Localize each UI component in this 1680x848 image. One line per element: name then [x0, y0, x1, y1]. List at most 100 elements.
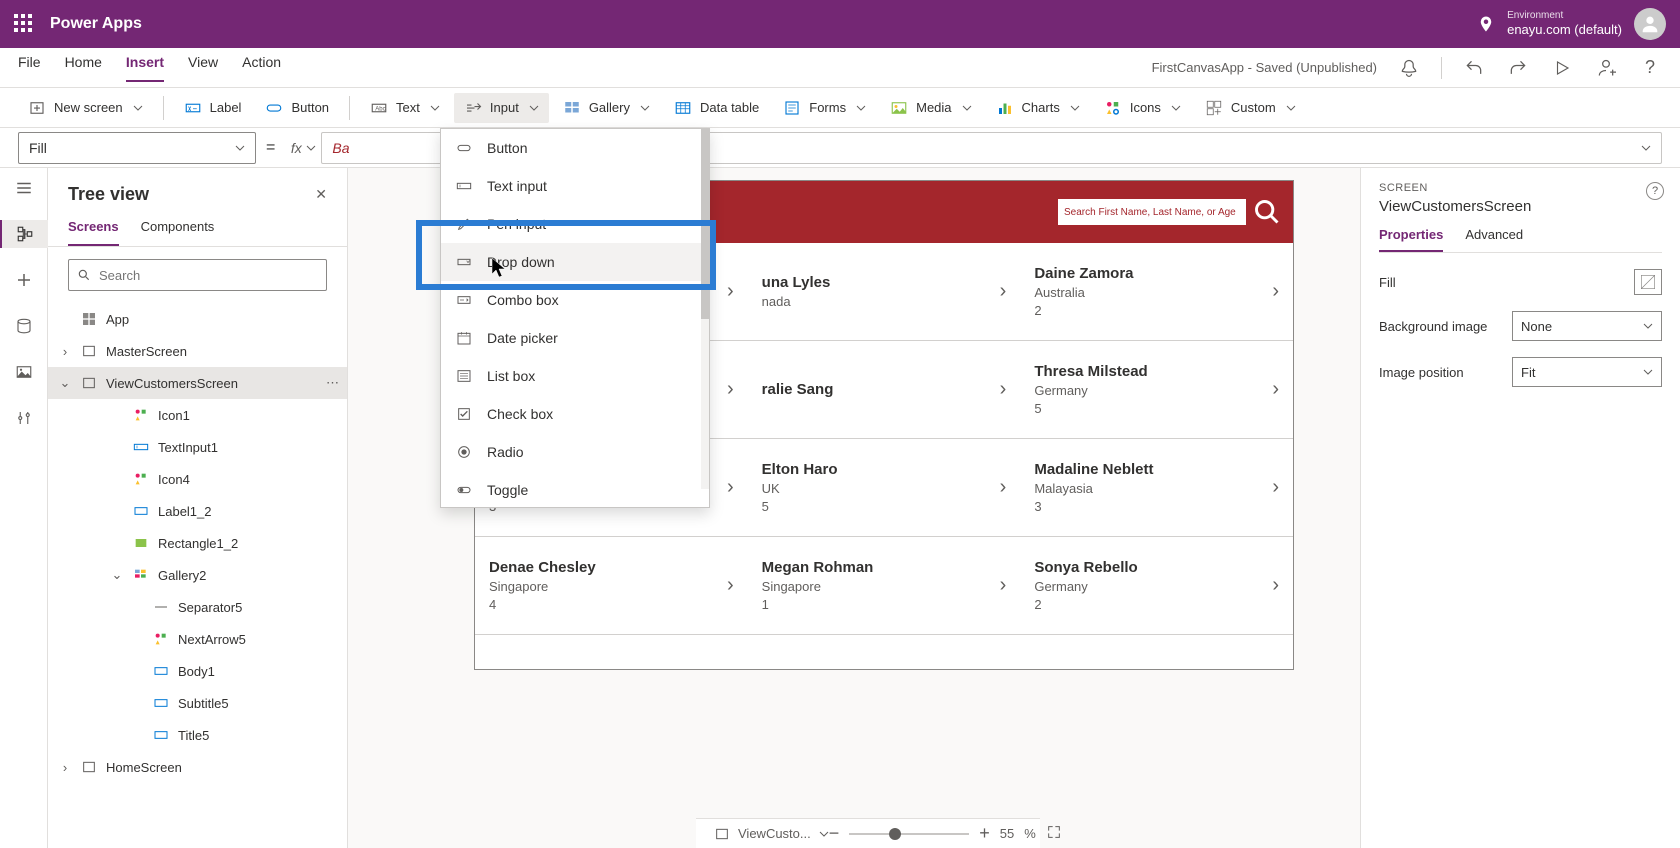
tree-tab-screens[interactable]: Screens — [68, 219, 119, 246]
zoom-slider[interactable] — [849, 833, 969, 835]
play-icon[interactable] — [1550, 56, 1574, 80]
tree-node-textinput1[interactable]: TextInput1 — [48, 431, 347, 463]
customer-card[interactable]: Thresa MilsteadGermany5› — [1020, 341, 1293, 439]
tree-node-gallery2[interactable]: ⌄Gallery2 — [48, 559, 347, 591]
chevron-right-icon[interactable]: › — [1000, 574, 1007, 597]
tree-tab-components[interactable]: Components — [141, 219, 215, 246]
chevron-right-icon[interactable]: › — [727, 574, 734, 597]
app-checker-icon[interactable] — [1397, 56, 1421, 80]
menu-home[interactable]: Home — [65, 54, 102, 82]
chevron-right-icon[interactable]: › — [1272, 378, 1279, 401]
new-screen-button[interactable]: New screen — [18, 93, 153, 123]
chevron-right-icon[interactable]: › — [1272, 574, 1279, 597]
menu-view[interactable]: View — [188, 54, 218, 82]
customer-card[interactable]: Elton HaroUK5› — [748, 439, 1021, 537]
data-icon[interactable] — [10, 312, 38, 340]
more-icon[interactable]: ⋯ — [326, 375, 339, 391]
dropdown-item-date-picker[interactable]: Date picker — [441, 319, 709, 357]
redo-icon[interactable] — [1506, 56, 1530, 80]
chevron-right-icon[interactable]: › — [1000, 476, 1007, 499]
customer-card[interactable]: Madaline NeblettMalayasia3› — [1020, 439, 1293, 537]
search-icon[interactable] — [1253, 198, 1281, 226]
input-button[interactable]: Input — [454, 93, 549, 123]
share-icon[interactable] — [1594, 56, 1618, 80]
current-screen-label[interactable]: ViewCusto... — [738, 826, 811, 841]
avatar[interactable] — [1634, 8, 1666, 40]
tree-node-body1[interactable]: Body1 — [48, 655, 347, 687]
waffle-icon[interactable] — [14, 14, 34, 34]
scrollbar-thumb[interactable] — [701, 129, 709, 319]
dropdown-item-combo-box[interactable]: Combo box — [441, 281, 709, 319]
dropdown-item-toggle[interactable]: Toggle — [441, 471, 709, 509]
forms-button[interactable]: Forms — [773, 93, 876, 123]
data-table-button[interactable]: Data table — [664, 93, 769, 123]
help-icon[interactable]: ? — [1638, 56, 1662, 80]
fill-swatch[interactable] — [1634, 269, 1662, 295]
prop-tab-advanced[interactable]: Advanced — [1465, 227, 1523, 252]
tree-node-subtitle5[interactable]: Subtitle5 — [48, 687, 347, 719]
custom-button[interactable]: Custom — [1195, 93, 1306, 123]
gallery-button[interactable]: Gallery — [553, 93, 660, 123]
text-button[interactable]: AbcText — [360, 93, 450, 123]
tree-node-viewcustomersscreen[interactable]: ⌄ViewCustomersScreen⋯ — [48, 367, 347, 399]
menu-insert[interactable]: Insert — [126, 54, 164, 82]
tree-node-title5[interactable]: Title5 — [48, 719, 347, 751]
tree-node-masterscreen[interactable]: ›MasterScreen — [48, 335, 347, 367]
chevron-right-icon[interactable]: › — [1000, 378, 1007, 401]
chevron-right-icon[interactable]: › — [727, 378, 734, 401]
tree-node-separator5[interactable]: Separator5 — [48, 591, 347, 623]
img-pos-select[interactable]: Fit — [1512, 357, 1662, 387]
dropdown-item-drop-down[interactable]: Drop down — [441, 243, 709, 281]
dropdown-item-list-box[interactable]: List box — [441, 357, 709, 395]
insert-icon[interactable] — [10, 266, 38, 294]
tree-node-icon1[interactable]: Icon1 — [48, 399, 347, 431]
tree-search[interactable] — [68, 259, 327, 291]
property-select[interactable]: Fill — [18, 132, 256, 164]
customer-card[interactable]: Daine ZamoraAustralia2› — [1020, 243, 1293, 341]
customer-card[interactable]: Denae ChesleySingapore4› — [475, 537, 748, 635]
chevron-right-icon[interactable]: › — [1272, 280, 1279, 303]
dropdown-item-button[interactable]: Button — [441, 129, 709, 167]
fit-icon[interactable] — [1046, 824, 1062, 843]
chevron-right-icon[interactable]: › — [1272, 476, 1279, 499]
label-button[interactable]: Label — [174, 93, 252, 123]
search-input[interactable] — [99, 268, 318, 283]
bg-image-select[interactable]: None — [1512, 311, 1662, 341]
dropdown-item-text-input[interactable]: Text input — [441, 167, 709, 205]
tree-node-label1_2[interactable]: Label1_2 — [48, 495, 347, 527]
advanced-tools-icon[interactable] — [10, 404, 38, 432]
hamburger-icon[interactable] — [10, 174, 38, 202]
tree-node-rectangle1_2[interactable]: Rectangle1_2 — [48, 527, 347, 559]
tree-node-homescreen[interactable]: ›HomeScreen — [48, 751, 347, 783]
tree-view-icon[interactable] — [0, 220, 48, 248]
help-circle-icon[interactable]: ? — [1646, 182, 1664, 200]
media-button[interactable]: Media — [880, 93, 981, 123]
app-search-input[interactable]: Search First Name, Last Name, or Age — [1057, 198, 1247, 226]
undo-icon[interactable] — [1462, 56, 1486, 80]
tree-node-nextarrow5[interactable]: NextArrow5 — [48, 623, 347, 655]
prop-tab-properties[interactable]: Properties — [1379, 227, 1443, 252]
customer-card[interactable]: Sonya RebelloGermany2› — [1020, 537, 1293, 635]
dropdown-item-radio[interactable]: Radio — [441, 433, 709, 471]
customer-card[interactable]: Megan RohmanSingapore1› — [748, 537, 1021, 635]
tree-node-icon4[interactable]: Icon4 — [48, 463, 347, 495]
menu-action[interactable]: Action — [242, 54, 281, 82]
chevron-right-icon[interactable]: › — [727, 476, 734, 499]
icons-button[interactable]: Icons — [1094, 93, 1191, 123]
dropdown-item-pen-input[interactable]: Pen input — [441, 205, 709, 243]
zoom-in-icon[interactable]: + — [979, 823, 990, 844]
customer-card[interactable]: una Lylesnada› — [748, 243, 1021, 341]
dropdown-item-check-box[interactable]: Check box — [441, 395, 709, 433]
tree-node-app[interactable]: App — [48, 303, 347, 335]
zoom-out-icon[interactable]: − — [829, 823, 840, 844]
chevron-right-icon[interactable]: › — [727, 280, 734, 303]
chevron-right-icon[interactable]: › — [1000, 280, 1007, 303]
close-icon[interactable]: ✕ — [315, 186, 327, 203]
customer-card[interactable]: ralie Sang› — [748, 341, 1021, 439]
button-button[interactable]: Button — [255, 93, 339, 123]
menu-file[interactable]: File — [18, 54, 41, 82]
charts-button[interactable]: Charts — [986, 93, 1090, 123]
media-rail-icon[interactable] — [10, 358, 38, 386]
check-icon — [455, 405, 473, 423]
environment-block[interactable]: Environment enayu.com (default) — [1507, 10, 1622, 38]
